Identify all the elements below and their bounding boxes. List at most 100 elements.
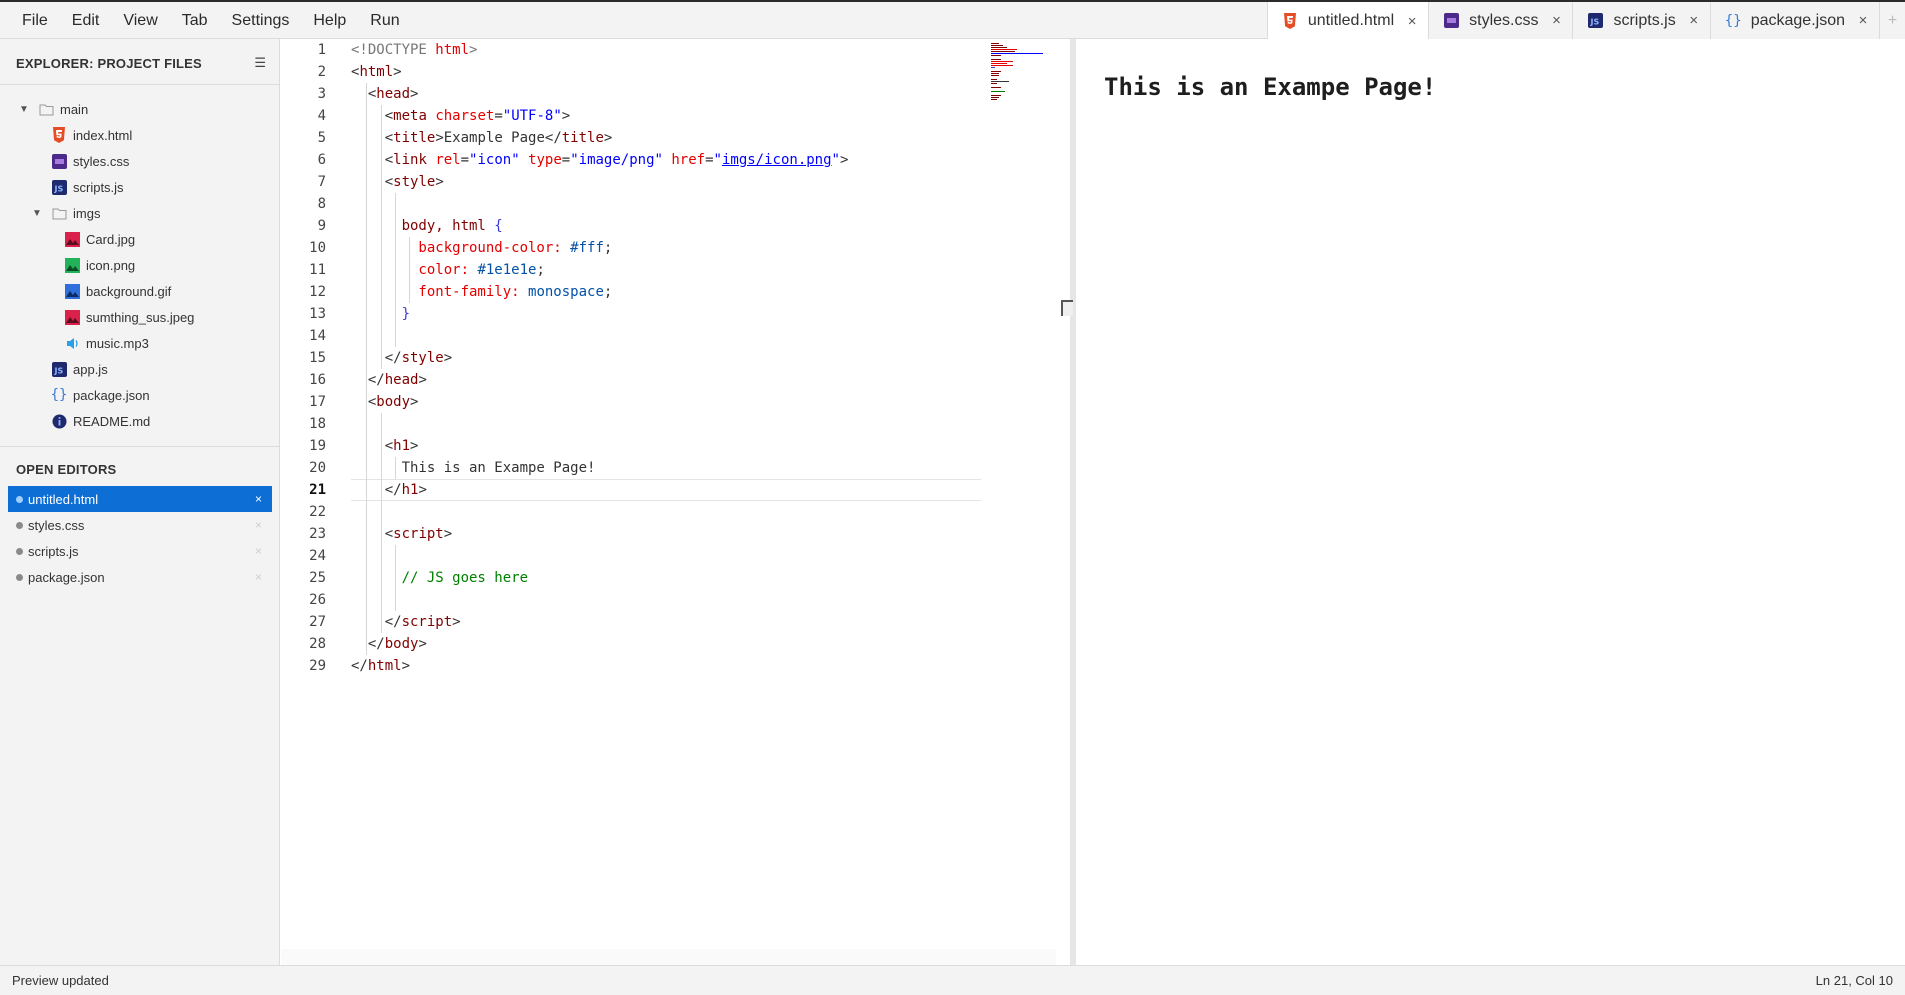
image-icon bbox=[64, 309, 80, 325]
tree-file[interactable]: {} package.json bbox=[0, 382, 280, 408]
css-file-icon bbox=[51, 153, 67, 169]
explorer-menu-icon[interactable]: ☰ bbox=[254, 55, 266, 71]
tab-package-json[interactable]: {} package.json × bbox=[1709, 2, 1879, 39]
code-line[interactable]: background-color: #fff; bbox=[351, 237, 612, 259]
code-token: = bbox=[561, 152, 571, 168]
json-braces-icon: {} bbox=[1724, 12, 1742, 29]
code-token: >Example Page</ bbox=[435, 130, 562, 146]
chevron-down-icon[interactable]: ▼ bbox=[18, 104, 30, 115]
tree-folder[interactable]: ▼ imgs bbox=[0, 200, 280, 226]
minimap[interactable] bbox=[987, 39, 1047, 100]
close-icon[interactable]: × bbox=[1857, 12, 1869, 29]
line-number-gutter: 1 2 3 4 5 6 7 8 9 10 11 12 13 14 15 16 17 18 19 20 21 22 23 24 2… bbox=[281, 39, 337, 949]
open-editor-item[interactable]: untitled.html × bbox=[8, 486, 272, 512]
splitter-handle[interactable] bbox=[1061, 300, 1073, 316]
minimap-line bbox=[991, 53, 1043, 54]
code-line[interactable]: <head> bbox=[351, 83, 419, 105]
code-line[interactable]: <html> bbox=[351, 61, 402, 83]
tree-folder[interactable]: ▼ main bbox=[0, 96, 280, 122]
tree-file[interactable]: index.html bbox=[0, 122, 280, 148]
code-line[interactable]: // JS goes here bbox=[351, 567, 528, 589]
close-icon[interactable]: × bbox=[255, 570, 262, 584]
new-tab-button[interactable]: + bbox=[1879, 2, 1905, 39]
tree-file[interactable]: README.md bbox=[0, 408, 280, 434]
line-number: 9 bbox=[317, 218, 326, 234]
preview-pane: This is an Exampe Page! bbox=[1076, 39, 1905, 965]
html5-icon bbox=[51, 127, 67, 143]
code-token: < bbox=[351, 526, 394, 542]
minimap-line bbox=[991, 99, 997, 100]
code-line[interactable]: <meta charset="UTF-8"> bbox=[351, 105, 571, 127]
line-number: 27 bbox=[309, 614, 326, 630]
menu-file[interactable]: File bbox=[10, 2, 60, 39]
image-icon bbox=[64, 257, 80, 273]
code-token: < bbox=[351, 438, 394, 454]
tree-file[interactable]: background.gif bbox=[0, 278, 280, 304]
code-line[interactable]: <body> bbox=[351, 391, 419, 413]
menu-settings[interactable]: Settings bbox=[220, 2, 302, 39]
menu-run[interactable]: Run bbox=[358, 2, 411, 39]
tab-untitled-html[interactable]: untitled.html × bbox=[1266, 2, 1429, 40]
menu-help[interactable]: Help bbox=[301, 2, 358, 39]
code-line[interactable]: <link rel="icon" type="image/png" href="… bbox=[351, 149, 849, 171]
menu-edit[interactable]: Edit bbox=[60, 2, 112, 39]
close-icon[interactable]: × bbox=[1406, 13, 1418, 30]
code-line[interactable]: </script> bbox=[351, 611, 461, 633]
tree-file[interactable]: Card.jpg bbox=[0, 226, 280, 252]
open-editor-item[interactable]: scripts.js × bbox=[8, 538, 272, 564]
code-line[interactable]: <!DOCTYPE html> bbox=[351, 39, 477, 61]
top-bar: File Edit View Tab Settings Help Run untitled.… bbox=[0, 0, 1905, 40]
code-token: </ bbox=[351, 658, 368, 674]
tree-item-label: scripts.js bbox=[73, 179, 124, 195]
tree-item-label: package.json bbox=[73, 387, 150, 403]
minimap-line bbox=[991, 71, 1001, 72]
tree-file[interactable]: sumthing_sus.jpeg bbox=[0, 304, 280, 330]
audio-icon bbox=[64, 335, 80, 351]
code-token: body bbox=[384, 636, 419, 652]
line-number: 22 bbox=[309, 504, 326, 520]
close-icon[interactable]: × bbox=[255, 544, 262, 558]
code-token: // JS goes here bbox=[351, 570, 529, 586]
code-token: < bbox=[351, 394, 377, 410]
code-line[interactable]: <title>Example Page</title> bbox=[351, 127, 613, 149]
code-token: " bbox=[713, 152, 722, 168]
minimap-line bbox=[991, 61, 1013, 62]
chevron-down-icon[interactable]: ▼ bbox=[31, 208, 43, 219]
open-editor-item[interactable]: styles.css × bbox=[8, 512, 272, 538]
code-token: </ bbox=[351, 372, 385, 388]
code-token: > bbox=[561, 108, 571, 124]
code-token: "image/png" bbox=[570, 152, 672, 168]
menu-view[interactable]: View bbox=[111, 2, 169, 39]
menu-tab[interactable]: Tab bbox=[170, 2, 220, 39]
close-icon[interactable]: × bbox=[255, 492, 262, 506]
close-icon[interactable]: × bbox=[255, 518, 262, 532]
open-editor-item[interactable]: package.json × bbox=[8, 564, 272, 590]
code-token: color: bbox=[351, 262, 478, 278]
code-line[interactable]: font-family: monospace; bbox=[351, 281, 612, 303]
minimap-line bbox=[991, 73, 999, 74]
code-line[interactable]: body, html { bbox=[351, 215, 503, 237]
code-line[interactable]: </head> bbox=[351, 369, 427, 391]
code-line[interactable]: This is an Exampe Page! bbox=[351, 457, 596, 479]
code-line[interactable]: </html> bbox=[351, 655, 410, 677]
minimap-line bbox=[991, 83, 997, 84]
current-line-highlight bbox=[351, 479, 981, 501]
code-line[interactable]: </h1> bbox=[351, 479, 427, 501]
tab-scripts-js[interactable]: JS scripts.js × bbox=[1572, 2, 1710, 39]
tree-file[interactable]: music.mp3 bbox=[0, 330, 280, 356]
close-icon[interactable]: × bbox=[1550, 12, 1562, 29]
code-line[interactable]: <h1> bbox=[351, 435, 419, 457]
tree-file[interactable]: icon.png bbox=[0, 252, 280, 278]
close-icon[interactable]: × bbox=[1688, 12, 1700, 29]
code-line[interactable]: </body> bbox=[351, 633, 427, 655]
code-editor[interactable]: 1 2 3 4 5 6 7 8 9 10 11 12 13 14 15 16 17 18 19 20 21 22 23 24 2… bbox=[281, 39, 1058, 965]
code-token: < bbox=[351, 130, 394, 146]
tree-file[interactable]: JS scripts.js bbox=[0, 174, 280, 200]
tree-file[interactable]: styles.css bbox=[0, 148, 280, 174]
code-line[interactable]: <style> bbox=[351, 171, 444, 193]
tab-styles-css[interactable]: styles.css × bbox=[1428, 2, 1573, 39]
line-number: 20 bbox=[309, 460, 326, 476]
tree-item-label: index.html bbox=[73, 127, 133, 143]
minimap-line bbox=[991, 51, 1015, 52]
tree-file[interactable]: JS app.js bbox=[0, 356, 280, 382]
